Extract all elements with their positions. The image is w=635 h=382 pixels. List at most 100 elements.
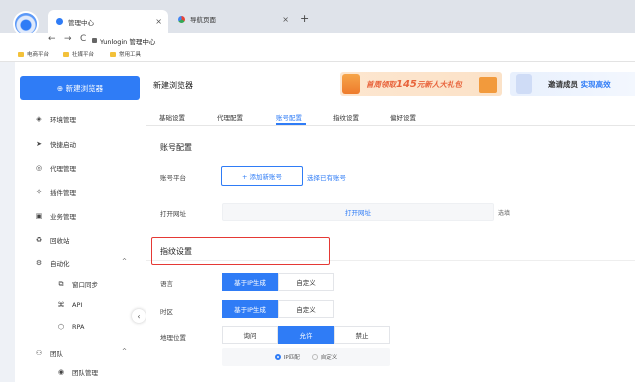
- sidebar-subitem-rpa[interactable]: ⬡ RPA: [56, 323, 85, 331]
- recycle-icon: ♻: [35, 236, 43, 244]
- folder-icon: [18, 51, 24, 57]
- sidebar-item-label: RPA: [72, 323, 85, 331]
- folder-icon: [110, 51, 116, 57]
- new-browser-button[interactable]: ⊕ 新建浏览器: [20, 76, 140, 100]
- team-icon: ⚇: [35, 349, 43, 357]
- section-title-fingerprint: 指纹设置: [160, 247, 192, 256]
- section-title-account: 账号配置: [160, 143, 192, 152]
- geo-option-ask[interactable]: 询问: [222, 326, 278, 344]
- sidebar-item-proxy[interactable]: ◎ 代理管理: [34, 163, 76, 173]
- sidebar-item-label: 环境管理: [50, 116, 76, 124]
- api-icon: ⌘: [57, 301, 65, 309]
- radio-label: IP匹配: [283, 355, 300, 361]
- bookmark-label: 社媒平台: [72, 52, 95, 58]
- tab-account[interactable]: 账号配置: [276, 112, 302, 122]
- sidebar-item-quick-launch[interactable]: ➤ 快捷启动: [34, 139, 76, 149]
- sidebar-item-plugins[interactable]: ✧ 插件管理: [34, 187, 76, 197]
- browser-tab-manage[interactable]: 管理中心 ×: [48, 10, 168, 33]
- send-icon: ➤: [36, 140, 42, 148]
- puzzle-icon: ✧: [36, 188, 42, 196]
- promo-suffix: 元新人大礼包: [416, 79, 462, 89]
- tab-fingerprint[interactable]: 指纹设置: [333, 112, 359, 122]
- sidebar-item-business[interactable]: ▣ 业务管理: [34, 211, 76, 221]
- tab-label: 管理中心: [68, 18, 94, 27]
- sync-icon: ⧉: [58, 279, 64, 288]
- geo-label: 地理位置: [160, 334, 186, 342]
- automation-icon: ⚙: [35, 259, 43, 267]
- sidebar-subitem-api[interactable]: ⌘ API: [56, 301, 83, 309]
- geo-segmented-control: 询问 允许 禁止: [222, 326, 390, 344]
- tab-basic[interactable]: 基础设置: [159, 112, 185, 122]
- globe-icon: ◎: [35, 164, 43, 172]
- chevron-up-icon[interactable]: ^: [122, 348, 127, 355]
- bookmark-label: 常用工具: [119, 52, 142, 58]
- browser-tab-nav[interactable]: 导航页面 ×: [170, 10, 295, 28]
- collapse-sidebar-button[interactable]: ‹: [132, 309, 146, 323]
- active-tab-indicator: [276, 123, 306, 125]
- forward-icon[interactable]: →: [64, 34, 72, 44]
- language-label: 语言: [160, 280, 173, 288]
- bookmarks-bar: [0, 49, 635, 62]
- language-option-custom[interactable]: 自定义: [278, 273, 334, 291]
- megaphone-icon: [516, 74, 532, 94]
- promo-amount: 145: [396, 78, 417, 90]
- bookmark-folder-tools[interactable]: 常用工具: [110, 50, 141, 58]
- sidebar-item-team[interactable]: ⚇ 团队: [34, 348, 63, 358]
- sidebar-subitem-window-sync[interactable]: ⧉ 窗口同步: [56, 279, 99, 290]
- language-segmented-control: 基于IP生成 自定义: [222, 273, 334, 291]
- sidebar-item-label: API: [72, 301, 83, 309]
- sidebar: [15, 62, 146, 382]
- geo-option-allow[interactable]: 允许: [278, 326, 334, 344]
- radio-ip-match[interactable]: [274, 354, 281, 360]
- sidebar-item-environment[interactable]: ◈ 环境管理: [34, 114, 76, 124]
- briefcase-icon: ▣: [35, 212, 43, 220]
- geo-mode-radio-group: IP匹配 自定义: [222, 348, 390, 366]
- bookmark-folder-ecommerce[interactable]: 电商平台: [18, 50, 49, 58]
- sidebar-item-automation[interactable]: ⚙ 自动化: [34, 258, 70, 268]
- promo-banner-newuser[interactable]: 首周领取145元新人大礼包: [340, 72, 502, 96]
- open-url-input[interactable]: 打开网址: [222, 203, 494, 221]
- radio-custom[interactable]: [311, 354, 318, 360]
- tab-label: 导航页面: [190, 16, 216, 24]
- invite-text: 邀请成员 实现高效: [548, 79, 611, 90]
- sidebar-item-label: 自动化: [50, 260, 70, 268]
- timezone-option-ip[interactable]: 基于IP生成: [222, 300, 278, 318]
- chevron-up-icon[interactable]: ^: [122, 258, 127, 265]
- timezone-label: 时区: [160, 308, 173, 316]
- sidebar-item-label: 插件管理: [50, 189, 76, 197]
- tab-proxy[interactable]: 代理配置: [217, 112, 243, 122]
- radio-label: 自定义: [320, 355, 338, 361]
- page-title: 新建浏览器: [153, 81, 193, 90]
- timezone-option-custom[interactable]: 自定义: [278, 300, 334, 318]
- bookmark-folder-social[interactable]: 社媒平台: [63, 50, 94, 58]
- platform-label: 账号平台: [160, 174, 186, 182]
- cube-icon: ◈: [36, 115, 42, 123]
- reload-icon[interactable]: C: [80, 34, 86, 44]
- tab-preferences[interactable]: 偏好设置: [390, 112, 416, 122]
- app-favicon-icon: [56, 18, 63, 25]
- select-account-link[interactable]: 选择已有账号: [307, 172, 346, 182]
- promo-prefix: 首周领取: [366, 79, 396, 89]
- gift-box-icon: [479, 77, 497, 93]
- sidebar-item-label: 业务管理: [50, 213, 76, 221]
- tab-close-icon[interactable]: ×: [155, 17, 162, 26]
- chrome-favicon-icon: [178, 15, 185, 23]
- site-info-icon[interactable]: [92, 38, 97, 43]
- team-manage-icon: ◉: [57, 368, 65, 376]
- url-text[interactable]: Yunlogin 管理中心: [100, 36, 155, 46]
- sidebar-item-recycle-bin[interactable]: ♻ 回收站: [34, 235, 70, 245]
- sidebar-item-label: 快捷启动: [50, 141, 76, 149]
- language-option-ip[interactable]: 基于IP生成: [222, 273, 278, 291]
- folder-icon: [63, 51, 69, 57]
- invite-prefix: 邀请成员: [548, 79, 578, 89]
- open-url-label: 打开网址: [160, 210, 186, 218]
- sidebar-item-label: 窗口同步: [72, 281, 98, 289]
- back-icon[interactable]: ←: [48, 34, 56, 44]
- add-account-button[interactable]: + 添加新账号: [221, 166, 303, 186]
- browser-profile-avatar[interactable]: [15, 13, 37, 35]
- geo-option-deny[interactable]: 禁止: [334, 326, 390, 344]
- sidebar-subitem-team-manage[interactable]: ◉ 团队管理: [56, 367, 98, 377]
- tab-close-icon[interactable]: ×: [282, 15, 289, 24]
- promo-text: 首周领取145元新人大礼包: [366, 79, 462, 90]
- new-tab-button[interactable]: +: [300, 12, 309, 25]
